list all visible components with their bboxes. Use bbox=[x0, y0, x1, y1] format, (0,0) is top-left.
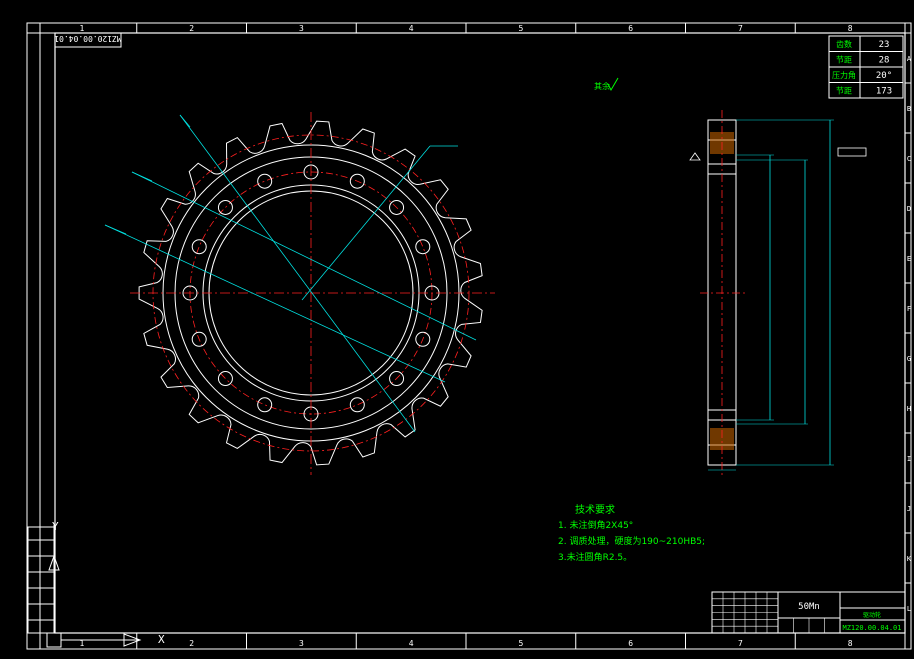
row-marker: G bbox=[907, 355, 911, 363]
bolt-hole bbox=[217, 371, 233, 387]
param-value-teeth: 23 bbox=[879, 40, 890, 50]
cad-drawing-canvas[interactable]: 12345678 12345678 ABCDEFGHIJKL MZ120.00.… bbox=[0, 0, 914, 659]
column-marker-top: 8 bbox=[848, 24, 853, 33]
sprocket-section-view bbox=[689, 110, 867, 475]
row-marker: E bbox=[907, 255, 911, 263]
leader-line-3 bbox=[104, 224, 446, 383]
tech-req-item-2: 2. 调质处理，硬度为190~210HB5; bbox=[558, 535, 705, 547]
column-marker-top: 5 bbox=[518, 24, 523, 33]
technical-requirements: 技术要求 1. 未注倒角2X45° 2. 调质处理，硬度为190~210HB5;… bbox=[558, 503, 705, 563]
column-marker-bottom: 7 bbox=[738, 639, 743, 648]
leader-line-1-tail bbox=[179, 114, 191, 128]
column-marker-bottom: 6 bbox=[628, 639, 633, 648]
outer-frame bbox=[26, 22, 912, 650]
bolt-hole bbox=[415, 239, 431, 255]
row-marker: F bbox=[907, 305, 911, 313]
row-marker: B bbox=[907, 105, 911, 113]
column-marker-bottom: 4 bbox=[409, 639, 414, 648]
row-marker: I bbox=[907, 455, 911, 463]
column-marker-top: 3 bbox=[299, 24, 304, 33]
ucs-icon: X Y bbox=[46, 520, 165, 648]
column-marker-top: 2 bbox=[189, 24, 194, 33]
tech-req-title: 技术要求 bbox=[575, 503, 615, 516]
param-value-pitch: 28 bbox=[879, 56, 890, 66]
leader-line-1 bbox=[179, 114, 416, 433]
roughness-label: 其余 bbox=[594, 81, 610, 91]
title-material: 50Mn bbox=[798, 602, 820, 612]
bolt-hole bbox=[257, 173, 273, 189]
inner-frame bbox=[54, 32, 906, 634]
param-value-pitch-2: 173 bbox=[876, 87, 892, 97]
row-marker: C bbox=[907, 155, 911, 163]
leader-line-2-tail bbox=[131, 171, 153, 182]
title-drawing-no: MZ120.00.04.01 bbox=[842, 624, 901, 632]
column-marker-top: 4 bbox=[409, 24, 414, 33]
column-markers-bottom: 12345678 bbox=[79, 633, 853, 649]
row-marker: L bbox=[907, 605, 911, 613]
row-marker: D bbox=[907, 205, 911, 213]
code-stamp: MZ120.00.04.01 bbox=[54, 34, 122, 43]
param-label-teeth: 齿数 bbox=[836, 39, 852, 49]
row-marker: J bbox=[907, 505, 911, 513]
bolt-hole bbox=[257, 397, 273, 413]
tech-req-item-1: 1. 未注倒角2X45° bbox=[558, 519, 633, 531]
tech-req-item-3: 3.未注圆角R2.5。 bbox=[558, 551, 632, 563]
svg-text:X: X bbox=[158, 633, 165, 646]
column-marker-bottom: 8 bbox=[848, 639, 853, 648]
column-markers-top: 1 2 3 4 5 6 7 8 bbox=[79, 23, 853, 33]
column-marker-top: 6 bbox=[628, 24, 633, 33]
param-label-pressure-angle: 压力角 bbox=[832, 70, 856, 80]
bolt-hole bbox=[349, 397, 365, 413]
geometric-tolerance-frame bbox=[837, 147, 867, 157]
column-marker-top: 7 bbox=[738, 24, 743, 33]
param-label-pitch: 节距 bbox=[836, 56, 852, 65]
param-label-pitch-2: 节距 bbox=[836, 87, 852, 96]
revision-grid bbox=[712, 592, 825, 633]
left-signature-box bbox=[27, 526, 55, 634]
bolt-hole bbox=[191, 239, 207, 255]
bolt-hole bbox=[217, 199, 233, 215]
datum-triangle-icon bbox=[689, 152, 701, 161]
title-block: 50Mn 驱动轮 MZ120.00.04.01 bbox=[711, 591, 906, 634]
sprocket-front-view bbox=[104, 112, 495, 475]
svg-text:Y: Y bbox=[52, 520, 59, 533]
param-value-pressure-angle: 20° bbox=[876, 71, 892, 81]
column-marker-bottom: 2 bbox=[189, 639, 194, 648]
row-marker: H bbox=[907, 405, 911, 413]
leader-line-3-tail bbox=[104, 224, 127, 235]
column-marker-bottom: 3 bbox=[299, 639, 304, 648]
column-marker-bottom: 5 bbox=[518, 639, 523, 648]
title-part-name: 驱动轮 bbox=[863, 611, 881, 619]
gear-parameter-table: 齿数 23 节距 28 压力角 20° 节距 173 bbox=[828, 35, 904, 99]
column-marker-top: 1 bbox=[79, 24, 84, 33]
